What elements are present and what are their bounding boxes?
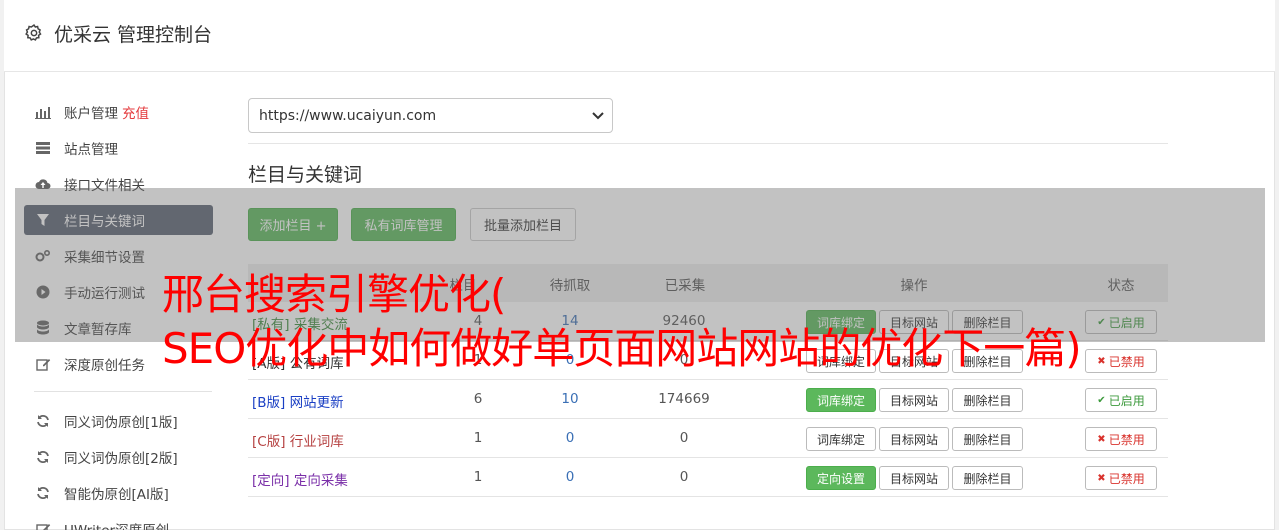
- column-name: 定向采集: [293, 473, 348, 489]
- collected-count: 0: [679, 469, 689, 485]
- keyword-count: 1: [473, 469, 483, 485]
- target-site-button[interactable]: 目标网站: [879, 427, 949, 451]
- keyword-count: 6: [473, 391, 483, 407]
- top-header: 优采云 管理控制台: [4, 0, 1275, 72]
- server-icon: [34, 139, 52, 157]
- lexicon-bind-button[interactable]: 定向设置: [806, 466, 876, 490]
- collected-count: 0: [679, 430, 689, 446]
- sidebar-item-synonym-v1[interactable]: 同义词伪原创[1版]: [24, 406, 213, 436]
- recharge-link[interactable]: 充值: [122, 102, 149, 122]
- page-title: 优采云 管理控制台: [54, 24, 213, 46]
- headline-line-1: 邢台搜索引擎优化(: [162, 270, 506, 319]
- sidebar-item-label: 同义词伪原创[2版]: [64, 451, 178, 467]
- sidebar-item-account[interactable]: 账户管理 充值: [24, 97, 213, 127]
- wait-count: 10: [561, 391, 579, 407]
- sidebar-item-label: 智能伪原创[AI版]: [64, 487, 169, 503]
- edit-icon: [34, 355, 52, 373]
- column-tag: [定向]: [252, 473, 290, 489]
- wait-count: 0: [565, 469, 575, 485]
- refresh-icon: [34, 412, 52, 430]
- delete-column-button[interactable]: 删除栏目: [952, 388, 1023, 412]
- collected-count: 174669: [658, 391, 710, 407]
- refresh-icon: [34, 448, 52, 466]
- column-tag: [C版]: [252, 434, 286, 450]
- sidebar-divider: [34, 391, 212, 392]
- headline-line-2: SEO优化中如何做好单页面网站网站的优化下一篇): [162, 324, 1082, 373]
- sidebar-item-uwriter[interactable]: UWriter深度原创: [24, 514, 213, 530]
- column-name-link[interactable]: [B版] 网站更新: [252, 391, 344, 411]
- column-name-link[interactable]: [C版] 行业词库: [252, 430, 344, 450]
- table-row: [C版] 行业词库 1 0 0 词库绑定 目标网站 删除栏目 ✖ 已禁用: [248, 419, 1168, 458]
- overlay-headline: 邢台搜索引擎优化( SEO优化中如何做好单页面网站网站的优化下一篇): [162, 268, 1082, 376]
- sidebar-item-sites[interactable]: 站点管理: [24, 133, 213, 163]
- sidebar-item-label: 同义词伪原创[1版]: [64, 415, 178, 431]
- sidebar-item-synonym-v2[interactable]: 同义词伪原创[2版]: [24, 442, 213, 472]
- section-title: 栏目与关键词: [248, 164, 363, 186]
- sidebar-item-label: UWriter深度原创: [64, 519, 169, 530]
- chevron-down-icon: [592, 112, 604, 120]
- status-toggle[interactable]: ✔ 已启用: [1085, 388, 1157, 412]
- status-label: 已禁用: [1108, 471, 1145, 486]
- close-icon: ✖: [1097, 355, 1106, 367]
- sidebar-item-label: 账户管理: [64, 106, 118, 122]
- close-icon: ✖: [1097, 433, 1106, 445]
- edit-icon: [34, 520, 52, 530]
- wait-count: 0: [565, 430, 575, 446]
- sidebar-item-label: 站点管理: [64, 142, 118, 158]
- status-label: 已启用: [1108, 393, 1145, 408]
- status-toggle[interactable]: ✖ 已禁用: [1085, 466, 1157, 490]
- status-label: 已禁用: [1108, 354, 1145, 369]
- site-select[interactable]: https://www.ucaiyun.com: [248, 98, 613, 133]
- status-label: 已禁用: [1108, 432, 1145, 447]
- refresh-icon: [34, 484, 52, 502]
- column-name-link[interactable]: [定向] 定向采集: [252, 469, 348, 489]
- site-select-value: https://www.ucaiyun.com: [259, 107, 437, 124]
- lexicon-bind-button[interactable]: 词库绑定: [806, 427, 876, 451]
- lexicon-bind-button[interactable]: 词库绑定: [806, 388, 876, 412]
- divider: [248, 143, 1168, 144]
- status-toggle[interactable]: ✖ 已禁用: [1085, 427, 1157, 451]
- column-name: 行业词库: [289, 434, 344, 450]
- table-row: [定向] 定向采集 1 0 0 定向设置 目标网站 删除栏目 ✖ 已禁用: [248, 458, 1168, 497]
- target-site-button[interactable]: 目标网站: [879, 388, 949, 412]
- target-site-button[interactable]: 目标网站: [879, 466, 949, 490]
- check-icon: ✔: [1097, 394, 1106, 406]
- keyword-count: 1: [473, 430, 483, 446]
- sidebar-item-label: 深度原创任务: [64, 358, 145, 374]
- column-name: 网站更新: [289, 395, 344, 411]
- close-icon: ✖: [1097, 472, 1106, 484]
- table-row: [B版] 网站更新 6 10 174669 词库绑定 目标网站 删除栏目 ✔ 已启用: [248, 380, 1168, 419]
- delete-column-button[interactable]: 删除栏目: [952, 427, 1023, 451]
- gear-icon: [25, 24, 42, 41]
- column-tag: [B版]: [252, 395, 286, 411]
- sidebar-item-ai-original[interactable]: 智能伪原创[AI版]: [24, 478, 213, 508]
- status-toggle[interactable]: ✖ 已禁用: [1085, 349, 1157, 373]
- delete-column-button[interactable]: 删除栏目: [952, 466, 1023, 490]
- bar-chart-icon: [34, 103, 52, 121]
